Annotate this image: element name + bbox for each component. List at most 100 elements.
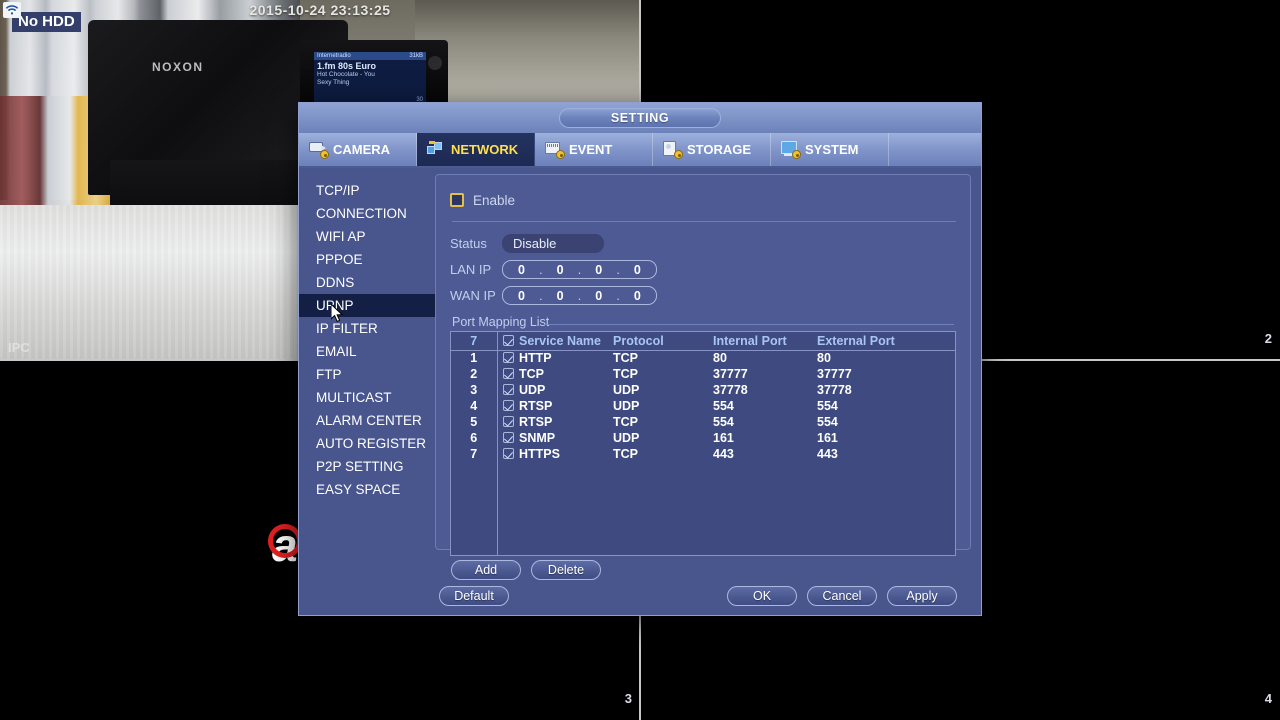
table-row[interactable]: 3 UDP UDP 37778 37778 xyxy=(451,382,955,398)
upnp-content: Enable Status Disable LAN IP 0. 0. 0. 0 … xyxy=(435,168,981,614)
row-checkbox[interactable] xyxy=(502,416,514,427)
radio-header-right: 31kB xyxy=(409,53,423,59)
sidebar-item-alarm-center[interactable]: ALARM CENTER xyxy=(299,409,435,432)
radio-display-header: Internetradio 31kB xyxy=(314,52,426,60)
sidebar-item-p2p-setting[interactable]: P2P SETTING xyxy=(299,455,435,478)
internet-radio-device: Internetradio 31kB 1.fm 80s Euro Hot Cho… xyxy=(300,40,448,108)
sidebar-item-pppoe[interactable]: PPPOE xyxy=(299,248,435,271)
row-external: 37778 xyxy=(817,383,852,397)
enable-checkbox[interactable] xyxy=(450,193,464,207)
radio-knob xyxy=(428,56,442,70)
row-internal: 80 xyxy=(713,351,727,366)
tab-network[interactable]: NETWORK xyxy=(417,133,535,166)
footer-right-buttons: OK Cancel Apply xyxy=(727,586,957,606)
row-checkbox[interactable] xyxy=(502,432,514,443)
row-index: 1 xyxy=(470,351,478,366)
header-internal-port: Internal Port xyxy=(713,332,817,351)
row-checkbox-cell[interactable] xyxy=(496,430,519,446)
add-button[interactable]: Add xyxy=(451,560,521,580)
dialog-titlebar: SETTING xyxy=(299,103,981,133)
tab-event[interactable]: EVENT xyxy=(535,133,653,166)
row-checkbox[interactable] xyxy=(502,352,514,364)
row-checkbox[interactable] xyxy=(502,400,514,411)
channel-number-2: 2 xyxy=(1264,331,1272,346)
table-row[interactable]: 2 TCP TCP 37777 37777 xyxy=(451,366,955,382)
sidebar-item-ftp[interactable]: FTP xyxy=(299,363,435,386)
header-external-port: External Port xyxy=(817,332,955,351)
sidebar-item-tcpip[interactable]: TCP/IP xyxy=(299,179,435,202)
enable-label: Enable xyxy=(473,192,516,208)
lan-ip-octet-1: 0 xyxy=(518,262,525,277)
row-protocol: TCP xyxy=(613,415,638,429)
row-service: SNMP xyxy=(519,431,556,445)
port-mapping-table: 7 Service Name Protocol Internal Port Ex… xyxy=(451,332,955,462)
ok-button[interactable]: OK xyxy=(727,586,797,606)
row-service: HTTPS xyxy=(519,447,560,461)
cancel-button[interactable]: Cancel xyxy=(807,586,877,606)
enable-row: Enable xyxy=(450,189,956,211)
table-index-divider xyxy=(497,332,498,555)
lan-ip-label: LAN IP xyxy=(450,262,492,277)
sidebar-item-ddns[interactable]: DDNS xyxy=(299,271,435,294)
row-index: 4 xyxy=(470,399,478,413)
row-index: 5 xyxy=(470,415,478,429)
row-checkbox[interactable] xyxy=(502,384,514,395)
row-external: 443 xyxy=(817,447,838,461)
sidebar-item-auto-register[interactable]: AUTO REGISTER xyxy=(299,432,435,455)
wan-ip-field[interactable]: 0. 0. 0. 0 xyxy=(502,286,657,305)
lan-ip-field[interactable]: 0. 0. 0. 0 xyxy=(502,260,657,279)
row-protocol: UDP xyxy=(613,431,640,445)
apply-button[interactable]: Apply xyxy=(887,586,957,606)
row-protocol: UDP xyxy=(613,383,640,397)
row-service: UDP xyxy=(519,383,546,397)
tab-system[interactable]: SYSTEM xyxy=(771,133,889,166)
header-protocol: Protocol xyxy=(613,332,713,351)
sidebar-item-upnp[interactable]: UPNP xyxy=(299,294,435,317)
sidebar-item-wifi-ap[interactable]: WIFI AP xyxy=(299,225,435,248)
wan-ip-octet-2: 0 xyxy=(556,288,564,303)
sidebar-item-email[interactable]: EMAIL xyxy=(299,340,435,363)
sidebar-item-multicast[interactable]: MULTICAST xyxy=(299,386,435,409)
row-checkbox-cell[interactable] xyxy=(496,350,519,366)
select-all-checkbox[interactable] xyxy=(502,334,514,346)
table-row[interactable]: 1 HTTP TCP 80 80 xyxy=(451,350,955,366)
setting-dialog: SETTING CAMERA NETWORK EVENT STORAGE SYS… xyxy=(298,102,982,616)
row-internal: 554 xyxy=(713,399,734,413)
default-button[interactable]: Default xyxy=(439,586,509,606)
table-row[interactable]: 6 SNMP UDP 161 161 xyxy=(451,430,955,446)
row-checkbox[interactable] xyxy=(502,368,514,379)
tab-camera[interactable]: CAMERA xyxy=(299,133,417,166)
table-row[interactable]: 7 HTTPS TCP 443 443 xyxy=(451,446,955,462)
table-row[interactable]: 5 RTSP TCP 554 554 xyxy=(451,414,955,430)
sidebar-item-ip-filter[interactable]: IP FILTER xyxy=(299,317,435,340)
lan-ip-dot-1: . xyxy=(539,262,543,277)
delete-button[interactable]: Delete xyxy=(531,560,601,580)
row-protocol: TCP xyxy=(613,447,638,461)
row-index: 3 xyxy=(470,383,478,397)
storage-icon xyxy=(663,141,683,159)
mouse-cursor xyxy=(330,302,345,324)
lan-ip-dot-2: . xyxy=(577,262,582,277)
row-checkbox-cell[interactable] xyxy=(496,398,519,414)
sidebar-item-easy-space[interactable]: EASY SPACE xyxy=(299,478,435,501)
wan-ip-row: WAN IP 0. 0. 0. 0 xyxy=(450,284,956,307)
table-row[interactable]: 4 RTSP UDP 554 554 xyxy=(451,398,955,414)
table-select-all-cell[interactable] xyxy=(496,332,519,351)
row-external: 37777 xyxy=(817,367,852,381)
dialog-body: TCP/IP CONNECTION WIFI AP PPPOE DDNS UPN… xyxy=(299,168,981,614)
tab-storage[interactable]: STORAGE xyxy=(653,133,771,166)
table-row-count: 7 xyxy=(451,332,497,351)
row-checkbox-cell[interactable] xyxy=(496,414,519,430)
row-checkbox-cell[interactable] xyxy=(496,446,519,462)
row-protocol: UDP xyxy=(613,399,640,413)
nvr-screen: NOXON Internetradio 31kB 1.fm 80s Euro H… xyxy=(0,0,1280,720)
dialog-footer: Default OK Cancel Apply xyxy=(435,586,971,606)
row-checkbox[interactable] xyxy=(502,448,514,459)
row-checkbox-cell[interactable] xyxy=(496,366,519,382)
row-external: 554 xyxy=(817,399,838,413)
row-internal: 161 xyxy=(713,431,734,445)
radio-station-name: 1.fm 80s Euro xyxy=(317,61,377,71)
sidebar-item-connection[interactable]: CONNECTION xyxy=(299,202,435,225)
row-service: HTTP xyxy=(519,351,552,366)
row-checkbox-cell[interactable] xyxy=(496,382,519,398)
